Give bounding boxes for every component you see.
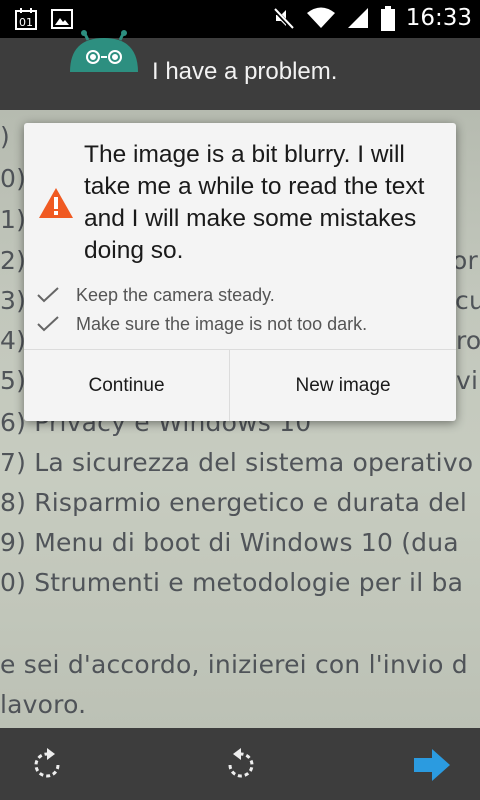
photo-text-fragment: vi (456, 366, 479, 395)
warning-icon (38, 187, 74, 219)
signal-icon (346, 6, 370, 30)
photo-text-line: lavoro. (0, 690, 87, 719)
photo-text-line: 0) Strumenti e metodologie per il ba (0, 568, 464, 597)
wifi-icon (306, 6, 336, 30)
blurry-image-dialog: The image is a bit blurry. I will take m… (24, 123, 456, 421)
tip-item: Make sure the image is not too dark. (36, 312, 367, 336)
photo-text-line: 2) (0, 246, 27, 275)
photo-text-line: e sei d'accordo, inizierei con l'invio d (0, 650, 468, 679)
photo-text-fragment: ro (456, 326, 480, 355)
page-title: I have a problem. (152, 58, 338, 85)
check-icon (36, 285, 60, 305)
robot-icon (64, 30, 144, 110)
photo-text-line: 0) (0, 164, 27, 193)
battery-icon (380, 6, 396, 31)
photo-text-line: 4) (0, 326, 27, 355)
photo-text-line: 5) (0, 366, 27, 395)
mute-icon (272, 6, 296, 30)
photo-text-fragment: cu (455, 286, 480, 315)
photo-text-line: 8) Risparmio energetico e durata del (0, 488, 468, 517)
photo-text-line: 3) (0, 286, 27, 315)
tip-item: Keep the camera steady. (36, 283, 275, 307)
photo-text-line: 9) Menu di boot di Windows 10 (dua (0, 528, 459, 557)
tip-text: Keep the camera steady. (76, 284, 275, 305)
photo-text-line: 1) (0, 205, 27, 234)
next-arrow-icon[interactable] (412, 745, 452, 785)
photo-text-line: 7) La sicurezza del sistema operativo (0, 448, 474, 477)
bottom-toolbar (0, 728, 480, 800)
tip-text: Make sure the image is not too dark. (76, 313, 368, 334)
clock: 16:33 (405, 5, 472, 31)
photo-text-line: ) (0, 122, 10, 151)
rotate-left-icon[interactable] (28, 745, 68, 785)
calendar-icon: 01 (14, 7, 38, 31)
calendar-day-text: 01 (19, 16, 33, 29)
check-icon (36, 314, 60, 334)
new-image-button[interactable]: New image (230, 350, 456, 421)
continue-button[interactable]: Continue (24, 350, 229, 421)
image-icon (50, 7, 74, 31)
rotate-right-icon[interactable] (220, 745, 260, 785)
dialog-message: The image is a bit blurry. I will take m… (84, 141, 425, 264)
